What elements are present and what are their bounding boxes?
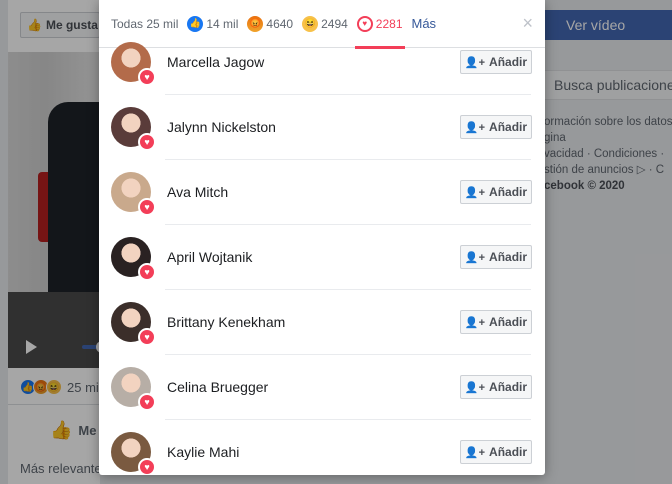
person-name[interactable]: Jalynn Nickelston — [167, 119, 276, 135]
love-badge-icon: ♥ — [138, 393, 156, 411]
add-friend-button[interactable]: 👤+ Añadir — [460, 115, 532, 139]
add-friend-label: Añadir — [489, 120, 528, 134]
list-item: ♥ Brittany Kenekham 👤+ Añadir — [99, 290, 545, 355]
tab-like-count: 14 mil — [206, 16, 239, 31]
person-name[interactable]: Celina Bruegger — [167, 379, 268, 395]
add-friend-icon: 👤+ — [464, 56, 486, 69]
add-friend-label: Añadir — [489, 315, 528, 329]
tab-angry-count: 4640 — [266, 16, 294, 31]
tab-all-label: Todas 25 mil — [111, 16, 179, 31]
add-friend-button[interactable]: 👤+ Añadir — [460, 245, 532, 269]
person-name[interactable]: Ava Mitch — [167, 184, 228, 200]
person-name[interactable]: Marcella Jagow — [167, 54, 264, 70]
love-badge-icon: ♥ — [138, 458, 156, 475]
add-friend-icon: 👤+ — [464, 381, 486, 394]
tab-haha-count: 2494 — [321, 16, 348, 31]
reactions-dialog: Todas 25 mil 👍 14 mil 😡 4640 😆 2494 ♥ 22… — [99, 0, 545, 475]
person-name[interactable]: Brittany Kenekham — [167, 314, 285, 330]
love-badge-icon: ♥ — [138, 198, 156, 216]
add-friend-label: Añadir — [489, 185, 528, 199]
list-item: ♥ Celina Bruegger 👤+ Añadir — [99, 355, 545, 420]
list-item: ♥ April Wojtanik 👤+ Añadir — [99, 225, 545, 290]
list-item: ♥ Ava Mitch 👤+ Añadir — [99, 160, 545, 225]
love-badge-icon: ♥ — [138, 328, 156, 346]
add-friend-button[interactable]: 👤+ Añadir — [460, 50, 532, 74]
add-friend-button[interactable]: 👤+ Añadir — [460, 440, 532, 464]
love-badge-icon: ♥ — [138, 133, 156, 151]
add-friend-button[interactable]: 👤+ Añadir — [460, 180, 532, 204]
add-friend-label: Añadir — [489, 250, 528, 264]
add-friend-icon: 👤+ — [464, 186, 486, 199]
add-friend-label: Añadir — [489, 380, 528, 394]
person-name[interactable]: April Wojtanik — [167, 249, 252, 265]
add-friend-icon: 👤+ — [464, 251, 486, 264]
add-friend-icon: 👤+ — [464, 316, 486, 329]
add-friend-button[interactable]: 👤+ Añadir — [460, 310, 532, 334]
list-item: ♥ Kaylie Mahi 👤+ Añadir — [99, 420, 545, 475]
tab-more[interactable]: Más — [412, 16, 437, 31]
tab-love-count: 2281 — [375, 16, 403, 31]
list-item: ♥ Marcella Jagow 👤+ Añadir — [99, 30, 545, 95]
list-item: ♥ Jalynn Nickelston 👤+ Añadir — [99, 95, 545, 160]
add-friend-label: Añadir — [489, 55, 528, 69]
person-name[interactable]: Kaylie Mahi — [167, 444, 239, 460]
people-list: ♥ Marcella Jagow 👤+ Añadir ♥ Jalynn Nick… — [99, 30, 545, 475]
add-friend-icon: 👤+ — [464, 121, 486, 134]
love-badge-icon: ♥ — [138, 263, 156, 281]
love-badge-icon: ♥ — [138, 68, 156, 86]
add-friend-button[interactable]: 👤+ Añadir — [460, 375, 532, 399]
add-friend-label: Añadir — [489, 445, 528, 459]
add-friend-icon: 👤+ — [464, 446, 486, 459]
